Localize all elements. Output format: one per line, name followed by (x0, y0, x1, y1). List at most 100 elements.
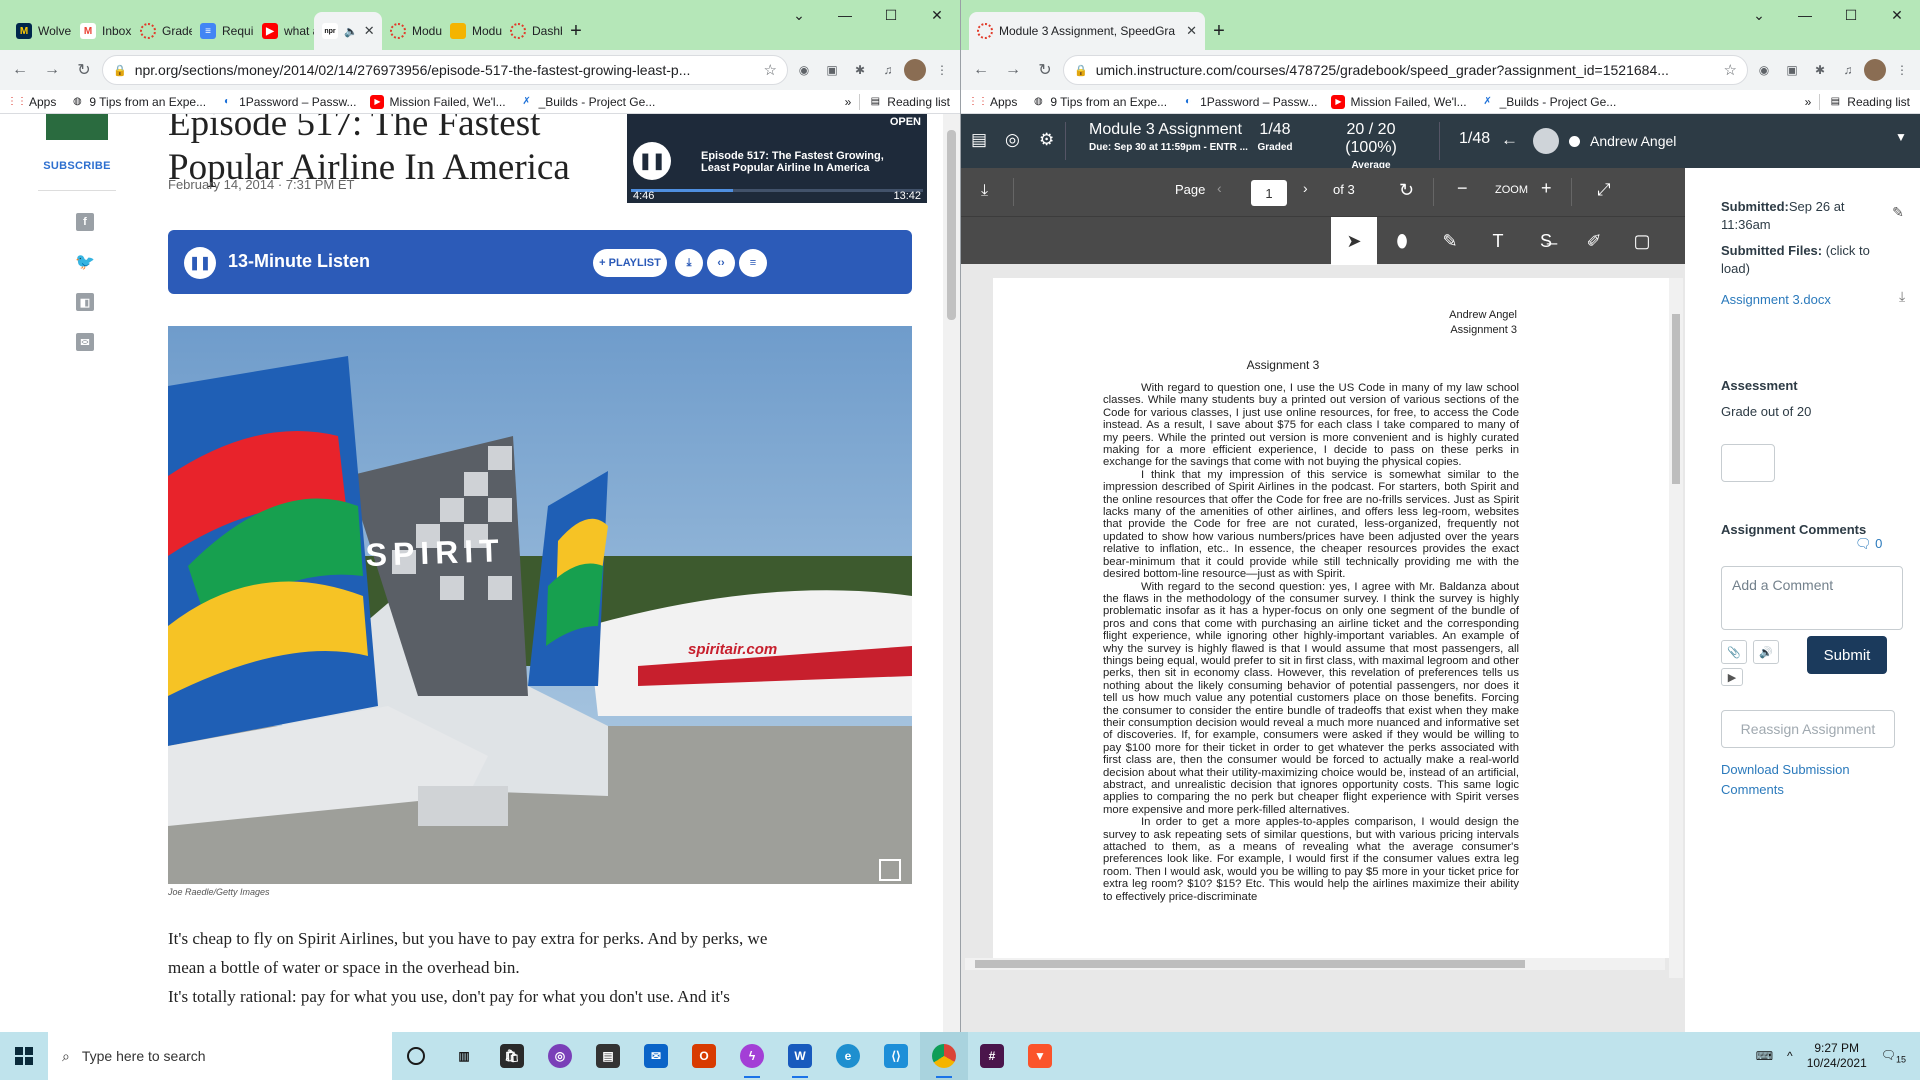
task-view-button[interactable]: ▥ (440, 1032, 488, 1080)
pause-icon[interactable]: ❚❚ (184, 247, 216, 279)
close-window-button[interactable]: ✕ (1874, 0, 1920, 30)
media-control-icon[interactable]: ♫ (876, 58, 900, 82)
menu-kebab-icon[interactable]: ⋮ (1890, 58, 1914, 82)
chrome-button[interactable] (920, 1032, 968, 1080)
freedraw-icon[interactable]: ✐ (1571, 217, 1617, 265)
comment-input[interactable]: Add a Comment (1721, 566, 1903, 630)
submit-comment-button[interactable]: Submit (1807, 636, 1887, 674)
text-tool-icon[interactable]: T (1475, 217, 1521, 265)
bookmark-item[interactable]: ✗ _Builds - Project Ge... (520, 95, 655, 109)
podcast-app-button[interactable]: ◎ (536, 1032, 584, 1080)
edit-pencil-icon[interactable]: ✎ (1885, 200, 1911, 224)
rotate-icon[interactable]: ↻ (1399, 180, 1414, 201)
area-select-icon[interactable]: ▢ (1619, 217, 1665, 265)
forward-button[interactable]: → (38, 56, 66, 84)
puzzle-icon[interactable]: ✱ (848, 58, 872, 82)
bookmark-item[interactable]: ◐ 1Password – Passw... (1181, 95, 1317, 109)
reading-list-button[interactable]: ▤ Reading list (1828, 95, 1910, 109)
flipboard-icon[interactable]: ◧ (76, 293, 94, 311)
comment-count[interactable]: 🗨 0 (1855, 536, 1882, 552)
next-page-icon[interactable]: › (1303, 180, 1308, 196)
tab-search-icon[interactable]: ⌄ (776, 0, 822, 30)
zoom-in-icon[interactable]: + (1541, 178, 1552, 199)
pause-icon[interactable]: ❚❚ (633, 142, 671, 180)
embed-icon[interactable]: ‹› (707, 249, 735, 277)
bookmark-apps[interactable]: ⋮⋮ Apps (7, 95, 56, 109)
extension-icon[interactable]: ▣ (820, 58, 844, 82)
bookmark-star-icon[interactable]: ☆ (1724, 61, 1737, 79)
scrollbar-thumb[interactable] (1672, 314, 1680, 484)
store-button[interactable]: 🛍 (488, 1032, 536, 1080)
previous-page-icon[interactable]: ‹ (1217, 180, 1222, 196)
puzzle-icon[interactable]: ✱ (1808, 58, 1832, 82)
email-icon[interactable]: ✉ (76, 333, 94, 351)
taskbar-search-box[interactable]: ⌕ Type here to search (48, 1032, 392, 1080)
submission-file-link[interactable]: Assignment 3.docx (1721, 292, 1831, 307)
minimize-button[interactable]: — (822, 0, 868, 30)
file-explorer-button[interactable]: ▤ (584, 1032, 632, 1080)
attachment-icon[interactable]: 📎 (1721, 640, 1747, 664)
highlight-icon[interactable]: ✎ (1427, 217, 1473, 265)
brave-button[interactable]: ▼ (1016, 1032, 1064, 1080)
close-window-button[interactable]: ✕ (914, 0, 960, 30)
bookmark-item[interactable]: ◍ 9 Tips from an Expe... (70, 95, 206, 109)
twitter-icon[interactable]: 🐦 (75, 253, 95, 271)
mini-audio-player[interactable]: OPEN ❚❚ Episode 517: The Fastest Growing… (627, 114, 927, 203)
page-scrollbar[interactable] (943, 114, 960, 1032)
back-button[interactable]: ← (6, 56, 34, 84)
bookmark-star-icon[interactable]: ☆ (764, 61, 777, 79)
audio-comment-icon[interactable]: 🔊 (1753, 640, 1779, 664)
document-horizontal-scrollbar[interactable] (965, 958, 1665, 970)
chevron-down-icon[interactable]: ▼ (1895, 130, 1907, 144)
facebook-icon[interactable]: f (76, 213, 94, 231)
minimize-button[interactable]: — (1782, 0, 1828, 30)
messenger-button[interactable]: ϟ (728, 1032, 776, 1080)
menu-kebab-icon[interactable]: ⋮ (930, 58, 954, 82)
tab-requirements[interactable]: ≡ Requir (192, 12, 254, 50)
strikeout-icon[interactable]: S̶ (1523, 217, 1569, 265)
maximize-button[interactable]: ☐ (868, 0, 914, 30)
bookmark-item[interactable]: ◍ 9 Tips from an Expe... (1031, 95, 1167, 109)
tray-overflow-icon[interactable]: ^ (1787, 1049, 1793, 1063)
assignment-title[interactable]: Module 3 Assignment (1089, 121, 1248, 139)
article-photo[interactable]: SPIRIT spiritair.com (168, 326, 912, 884)
gradebook-icon[interactable]: ▤ (971, 130, 987, 150)
pointer-tool-icon[interactable]: ➤ (1331, 217, 1377, 265)
extension-icon[interactable]: ◉ (792, 58, 816, 82)
tab-wolverine[interactable]: M Wolve (8, 12, 72, 50)
maximize-button[interactable]: ☐ (1828, 0, 1874, 30)
submission-document[interactable]: Andrew Angel Assignment 3 Assignment 3 W… (993, 278, 1673, 958)
clock[interactable]: 9:27 PM 10/24/2021 (1807, 1041, 1867, 1071)
document-scrollbar[interactable] (1669, 278, 1683, 978)
bookmark-item[interactable]: ✗ _Builds - Project Ge... (1481, 95, 1616, 109)
close-tab-icon[interactable]: ✕ (1186, 23, 1197, 39)
tab-grades[interactable]: Grade (132, 12, 192, 50)
close-tab-icon[interactable]: ✕ (364, 23, 375, 39)
address-bar[interactable]: 🔒 umich.instructure.com/courses/478725/g… (1063, 55, 1748, 85)
extension-icon[interactable]: ◉ (1752, 58, 1776, 82)
download-submission-comments-link[interactable]: Download Submission Comments (1721, 760, 1881, 800)
office-button[interactable]: O (680, 1032, 728, 1080)
address-bar[interactable]: 🔒 npr.org/sections/money/2014/02/14/2769… (102, 55, 788, 85)
tab-dashboard[interactable]: Dashb (502, 12, 562, 50)
profile-avatar[interactable] (904, 59, 926, 81)
student-selector[interactable]: Andrew Angel (1533, 128, 1676, 154)
scrollbar-thumb[interactable] (975, 960, 1525, 968)
cortana-button[interactable] (392, 1032, 440, 1080)
tab-npr[interactable]: npr 🔈 ✕ (314, 12, 382, 50)
start-button[interactable] (0, 1032, 48, 1080)
vscode-button[interactable]: ⟨⟩ (872, 1032, 920, 1080)
notification-center-icon[interactable]: 🗨15 (1881, 1048, 1906, 1064)
reading-list-button[interactable]: ▤ Reading list (868, 95, 950, 109)
transcript-icon[interactable]: ≡ (739, 249, 767, 277)
forward-button[interactable]: → (999, 56, 1027, 84)
npr-logo[interactable] (46, 114, 108, 140)
tab-inbox[interactable]: M Inbox (72, 12, 132, 50)
extension-icon[interactable]: ▣ (1780, 58, 1804, 82)
tab-module-slides[interactable]: Modu (442, 12, 502, 50)
subscribe-link[interactable]: SUBSCRIBE (38, 160, 116, 172)
gear-icon[interactable]: ⚙ (1039, 130, 1054, 150)
fullscreen-icon[interactable]: ⤢ (1597, 180, 1611, 200)
media-control-icon[interactable]: ♫ (1836, 58, 1860, 82)
tab-speedgrader[interactable]: Module 3 Assignment, SpeedGra ✕ (969, 12, 1205, 50)
